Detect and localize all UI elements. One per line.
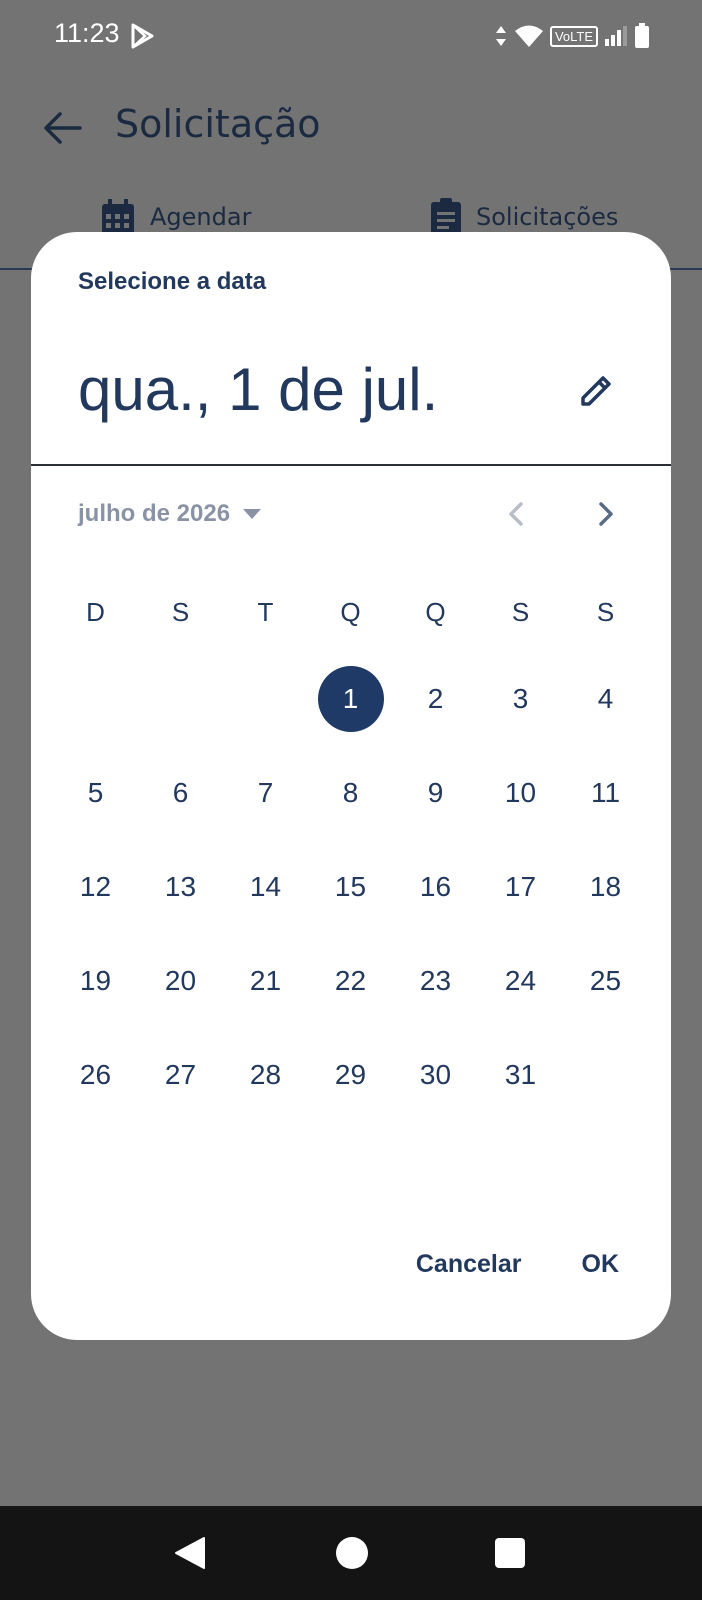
weekday-label: T [257,596,274,627]
data-arrows-icon [495,26,506,46]
calendar-week-row: 12 13 14 15 16 17 18 [53,840,648,934]
tab-solicitacoes-label: Solicitações [476,203,619,231]
play-store-icon [131,23,154,49]
empty-day-cell [63,666,129,732]
status-bar: 11:23 VoLTE [0,0,702,72]
calendar-grid: D S T Q Q S S 1 2 3 4 5 6 7 8 9 10 11 12 13 14 15 16 17 1… [53,572,648,1122]
weekday-label: D [86,596,105,627]
calendar-day[interactable]: 21 [233,948,299,1014]
nav-recents-icon[interactable] [494,1537,526,1569]
calendar-day[interactable]: 23 [403,948,469,1014]
calendar-day[interactable]: 4 [573,666,639,732]
nav-home-icon[interactable] [335,1536,369,1570]
dialog-divider [31,464,671,466]
calendar-day[interactable]: 3 [488,666,554,732]
calendar-day[interactable]: 29 [318,1042,384,1108]
weekday-label: S [171,596,190,627]
tab-agendar[interactable]: Agendar [100,198,251,236]
ok-button[interactable]: OK [582,1250,620,1279]
status-time: 11:23 [54,18,120,48]
month-year-selector[interactable]: julho de 2026 [78,500,262,528]
wifi-icon [514,25,543,47]
date-picker-dialog: Selecione a data qua., 1 de jul. julho d… [31,232,671,1340]
clipboard-icon [431,198,461,235]
dialog-actions: Cancelar OK [416,1250,619,1279]
calendar-day[interactable]: 22 [318,948,384,1014]
empty-day-cell [573,1042,639,1108]
empty-day-cell [233,666,299,732]
battery-icon [635,23,649,48]
tab-agendar-label: Agendar [150,203,252,231]
weekday-label: Q [425,596,446,627]
calendar-day[interactable]: 15 [318,854,384,920]
weekday-label: S [511,596,530,627]
status-icons: VoLTE [494,20,650,52]
system-nav-bar [0,1506,702,1600]
calendar-day[interactable]: 12 [63,854,129,920]
calendar-week-row: 26 27 28 29 30 31 [53,1028,648,1122]
edit-pencil-icon[interactable] [577,372,615,410]
calendar-day[interactable]: 26 [63,1042,129,1108]
calendar-day[interactable]: 24 [488,948,554,1014]
weekday-label: Q [340,596,361,627]
previous-month-icon[interactable] [499,496,535,532]
calendar-day[interactable]: 17 [488,854,554,920]
calendar-day[interactable]: 11 [573,760,639,826]
app-bar: Solicitação [0,72,702,182]
dropdown-arrow-icon [243,509,262,519]
calendar-day[interactable]: 25 [573,948,639,1014]
calendar-day[interactable]: 7 [233,760,299,826]
calendar-day[interactable]: 5 [63,760,129,826]
weekday-label: S [596,596,615,627]
calendar-day[interactable]: 13 [148,854,214,920]
page-title: Solicitação [115,102,321,146]
calendar-day[interactable]: 8 [318,760,384,826]
nav-back-icon[interactable] [174,1536,206,1570]
calendar-day[interactable]: 19 [63,948,129,1014]
calendar-week-row: 19 20 21 22 23 24 25 [53,934,648,1028]
calendar-day[interactable]: 18 [573,854,639,920]
calendar-day[interactable]: 14 [233,854,299,920]
calendar-day[interactable]: 20 [148,948,214,1014]
volte-badge: VoLTE [549,25,598,47]
calendar-week-row: 5 6 7 8 9 10 11 [53,746,648,840]
calendar-day[interactable]: 31 [488,1042,554,1108]
calendar-week-row: 1234 [53,652,648,746]
calendar-day-selected[interactable]: 1 [317,666,384,732]
empty-day-cell [148,666,214,732]
calendar-weeks: 1 2 3 4 5 6 7 8 9 10 11 12 13 14 15 16 17 18 19 20 21 22 23 24 2… [53,652,648,1122]
calendar-day[interactable]: 16 [403,854,469,920]
calendar-day[interactable]: 28 [233,1042,299,1108]
next-month-icon[interactable] [587,496,623,532]
calendar-day[interactable]: 10 [488,760,554,826]
calendar-day[interactable]: 9 [403,760,469,826]
calendar-day[interactable]: 27 [148,1042,214,1108]
tab-solicitacoes[interactable]: Solicitações [430,198,618,236]
calendar-day[interactable]: 2 [403,666,469,732]
calendar-icon [102,199,134,234]
month-year-label: julho de 2026 [78,500,231,527]
selected-date-headline: qua., 1 de jul. [78,356,439,423]
signal-icon [605,26,627,46]
calendar-day[interactable]: 6 [148,760,214,826]
dialog-heading: Selecione a data [78,268,267,295]
weekday-header: D S T Q Q S S [53,572,648,652]
back-arrow-icon[interactable] [42,110,82,146]
cancel-button[interactable]: Cancelar [416,1250,522,1279]
calendar-day[interactable]: 30 [403,1042,469,1108]
